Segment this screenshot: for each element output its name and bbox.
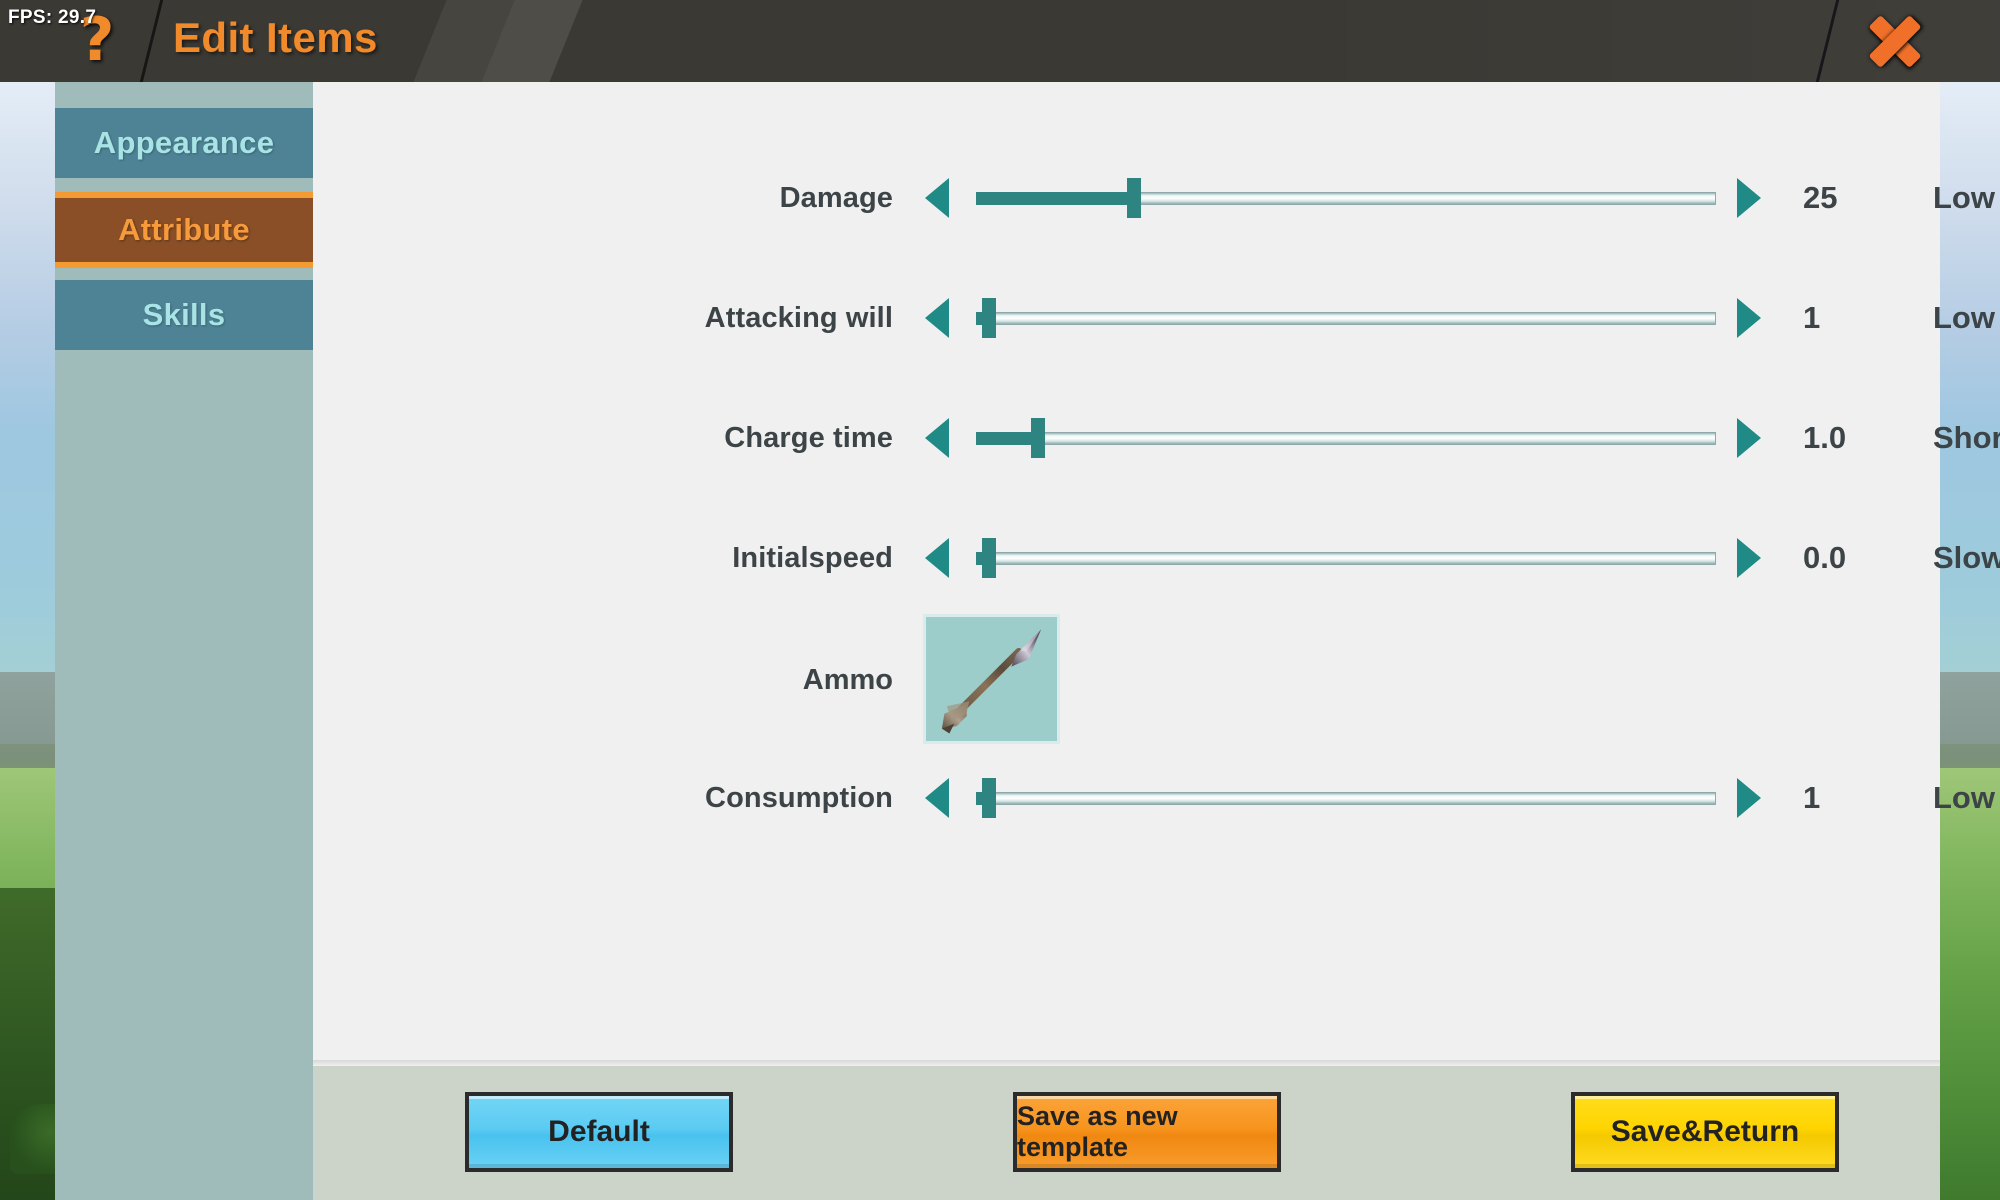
increment-arrow-icon[interactable]	[1737, 538, 1761, 578]
header-divider	[139, 0, 164, 82]
decrement-arrow-icon[interactable]	[925, 178, 949, 218]
slider-track[interactable]	[976, 792, 1716, 805]
save-and-return-button[interactable]: Save&Return	[1571, 1092, 1839, 1172]
save-and-return-button-label: Save&Return	[1610, 1115, 1800, 1148]
ammo-slot[interactable]	[923, 614, 1060, 744]
sidebar-item-skills[interactable]: Skills	[55, 280, 313, 350]
attribute-slider[interactable]	[976, 538, 1716, 578]
default-button[interactable]: Default	[465, 1092, 733, 1172]
attribute-row: Attacking will 1 Low	[313, 290, 1995, 346]
slider-handle[interactable]	[982, 538, 997, 578]
slider-handle[interactable]	[982, 778, 997, 818]
attribute-slider[interactable]	[976, 178, 1716, 218]
sidebar-item-appearance-label: Appearance	[93, 125, 275, 160]
attribute-slider[interactable]	[976, 778, 1716, 818]
save-as-new-template-button-label: Save as new template	[1017, 1101, 1178, 1162]
slider-handle[interactable]	[982, 298, 997, 338]
attribute-value: 25	[1803, 180, 1838, 215]
attribute-descriptor: Low	[1933, 180, 1995, 215]
slider-handle[interactable]	[1030, 418, 1045, 458]
footer-bar: Default Save as new template Save&Return	[313, 1066, 1940, 1200]
slider-track[interactable]	[976, 552, 1716, 565]
increment-arrow-icon[interactable]	[1737, 298, 1761, 338]
attribute-slider[interactable]	[976, 418, 1716, 458]
decrement-arrow-icon[interactable]	[925, 418, 949, 458]
slider-track[interactable]	[976, 432, 1716, 445]
attribute-label: Attacking will	[704, 301, 893, 334]
attribute-row: Charge time 1.0 Short	[313, 410, 2000, 466]
decrement-arrow-icon[interactable]	[925, 778, 949, 818]
slider-handle[interactable]	[1126, 178, 1141, 218]
attribute-row: Initialspeed 0.0 Slow	[313, 530, 2000, 586]
attribute-descriptor: Low	[1933, 780, 1995, 815]
attribute-descriptor: Low	[1933, 300, 1995, 335]
increment-arrow-icon[interactable]	[1737, 778, 1761, 818]
slider-fill	[976, 432, 1032, 445]
attribute-label: Damage	[779, 181, 893, 214]
edit-items-dialog: Appearance Attribute Skills Damage 25 Low A…	[55, 82, 2000, 1200]
close-x-icon[interactable]	[1857, 6, 1933, 76]
ammo-row: Ammo	[313, 614, 1940, 744]
attribute-label: Consumption	[705, 781, 893, 814]
sidebar-item-appearance[interactable]: Appearance	[55, 108, 313, 178]
sidebar-item-skills-label: Skills	[142, 297, 226, 332]
attribute-label: Charge time	[724, 421, 893, 454]
attribute-value: 1	[1803, 300, 1821, 335]
title-bar: FPS: 29.7 ? Edit Items	[0, 0, 2000, 82]
sidebar: Appearance Attribute Skills	[55, 82, 313, 1200]
attribute-descriptor: Slow	[1933, 540, 2000, 575]
page-title: Edit Items	[173, 14, 378, 61]
attribute-value: 1.0	[1803, 420, 1847, 455]
decrement-arrow-icon[interactable]	[925, 538, 949, 578]
fps-counter: FPS: 29.7	[8, 7, 97, 28]
attribute-descriptor: Short	[1933, 420, 2000, 455]
slider-track[interactable]	[976, 312, 1716, 325]
attribute-label: Initialspeed	[732, 541, 893, 574]
default-button-label: Default	[548, 1115, 650, 1148]
arrow-ammo-icon	[941, 629, 1042, 734]
ammo-label: Ammo	[802, 664, 893, 696]
attribute-value: 1	[1803, 780, 1821, 815]
save-as-new-template-button[interactable]: Save as new template	[1013, 1092, 1281, 1172]
increment-arrow-icon[interactable]	[1737, 418, 1761, 458]
attribute-value: 0.0	[1803, 540, 1847, 575]
attribute-panel: Damage 25 Low Attacking will 1 Low Charge time…	[313, 82, 2000, 1066]
slider-fill	[976, 192, 1128, 205]
attribute-row: Consumption 1 Low	[313, 770, 1995, 826]
decrement-arrow-icon[interactable]	[925, 298, 949, 338]
sidebar-item-attribute[interactable]: Attribute	[55, 192, 313, 268]
sidebar-item-attribute-label: Attribute	[118, 212, 250, 247]
attribute-row: Damage 25 Low	[313, 170, 1995, 226]
attribute-slider[interactable]	[976, 298, 1716, 338]
increment-arrow-icon[interactable]	[1737, 178, 1761, 218]
